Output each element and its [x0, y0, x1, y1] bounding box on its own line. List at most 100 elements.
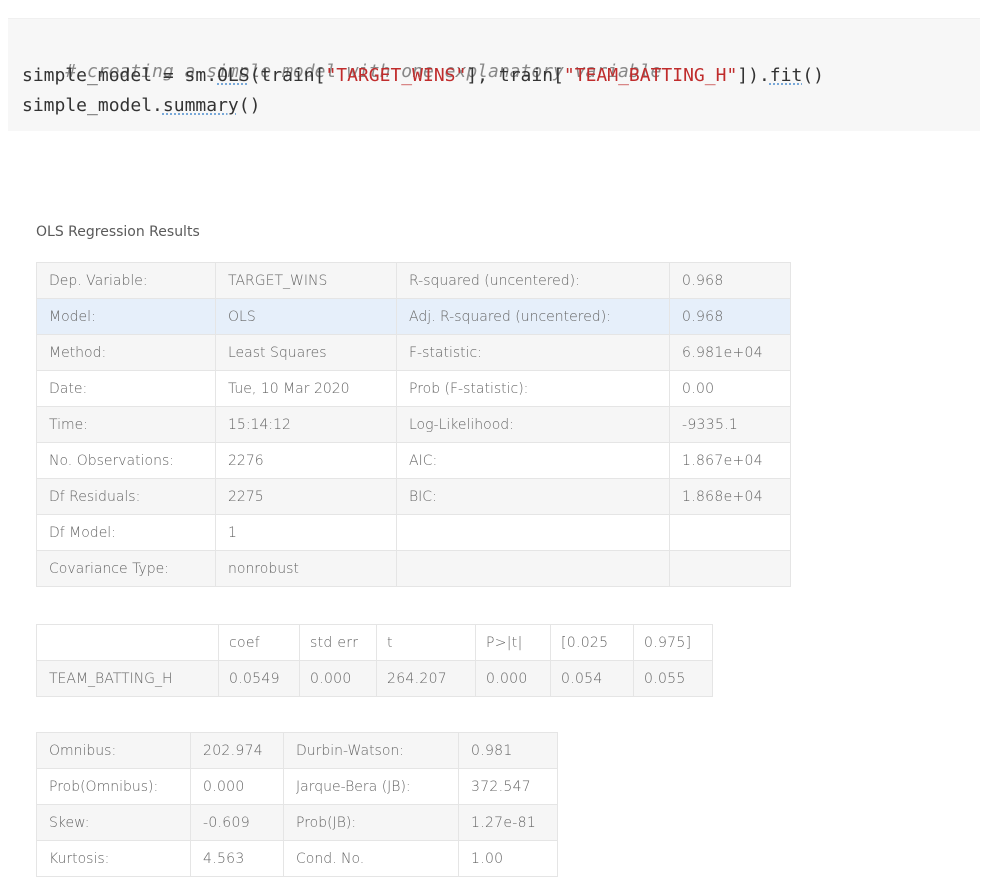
table-cell — [396, 550, 670, 587]
table-cell: 1.00 — [458, 840, 558, 877]
table-cell: Log-Likelihood: — [396, 406, 670, 443]
code-token: (train[ — [249, 65, 326, 86]
table-row: Time: 15:14:12 Log-Likelihood: -9335.1 — [36, 406, 791, 443]
table-cell: BIC: — [396, 478, 670, 515]
code-token: ], train[ — [466, 65, 564, 86]
table-row: Model: OLS Adj. R-squared (uncentered): 0.9… — [36, 298, 791, 335]
table-cell: 264.207 — [376, 660, 476, 697]
table-cell: Time: — [36, 406, 216, 443]
table-cell: Cond. No. — [283, 840, 459, 877]
table-cell: Method: — [36, 334, 216, 371]
table-cell: Df Residuals: — [36, 478, 216, 515]
code-token: () — [802, 65, 824, 86]
table-row: Df Model: 1 — [36, 514, 791, 551]
code-token: simple_model = sm. — [22, 65, 218, 86]
table-cell: Df Model: — [36, 514, 216, 551]
table-cell: nonrobust — [215, 550, 397, 587]
table-cell: Model: — [36, 298, 216, 335]
table-row: Dep. Variable: TARGET_WINS R-squared (unce… — [36, 262, 791, 299]
code-token: simple_model. — [22, 95, 163, 116]
regression-summary-table: Dep. Variable: TARGET_WINS R-squared (unce… — [36, 262, 791, 587]
coef-header-row: coef std err t P>|t| [0.025 0.975] — [36, 624, 713, 661]
table-row: No. Observations: 2276 AIC: 1.867e+04 — [36, 442, 791, 479]
code-token-fit: fit — [769, 65, 803, 86]
table-cell: 0.968 — [669, 262, 791, 299]
table-cell: 0.000 — [475, 660, 551, 697]
column-header: coef — [218, 624, 300, 661]
table-cell: Durbin-Watson: — [283, 732, 459, 769]
table-cell: Adj. R-squared (uncentered): — [396, 298, 670, 335]
code-token-ols: OLS — [217, 65, 250, 86]
table-cell: Jarque-Bera (JB): — [283, 768, 459, 805]
table-cell: 4.563 — [190, 840, 284, 877]
code-string-team-batting-h: "TEAM_BATTING_H" — [563, 65, 738, 86]
diagnostics-table: Omnibus: 202.974 Durbin-Watson: 0.981 Prob(O… — [36, 732, 558, 877]
table-cell: Skew: — [36, 804, 191, 841]
table-cell — [396, 514, 670, 551]
table-cell: -9335.1 — [669, 406, 791, 443]
column-header: t — [376, 624, 476, 661]
code-line-3: simple_model.summary() — [22, 93, 260, 119]
table-row: Kurtosis: 4.563 Cond. No. 1.00 — [36, 840, 558, 877]
coefficient-table: coef std err t P>|t| [0.025 0.975] TEAM_BATTIN… — [36, 624, 713, 697]
code-token: () — [238, 95, 261, 116]
table-cell: 202.974 — [190, 732, 284, 769]
table-row: TEAM_BATTING_H 0.0549 0.000 264.207 0.000 0.0… — [36, 660, 713, 697]
table-cell: AIC: — [396, 442, 670, 479]
table-cell: 6.981e+04 — [669, 334, 791, 371]
table-cell: 1.868e+04 — [669, 478, 791, 515]
table-cell: Prob (F-statistic): — [396, 370, 670, 407]
table-row: Omnibus: 202.974 Durbin-Watson: 0.981 — [36, 732, 558, 769]
code-cell[interactable]: # creating a simple model with one expla… — [8, 18, 980, 131]
column-header: std err — [299, 624, 377, 661]
results-caption: OLS Regression Results — [36, 224, 200, 240]
table-cell: R-squared (uncentered): — [396, 262, 670, 299]
code-token-summary: summary — [162, 95, 239, 116]
table-cell: Prob(Omnibus): — [36, 768, 191, 805]
table-row: Skew: -0.609 Prob(JB): 1.27e-81 — [36, 804, 558, 841]
table-cell: Date: — [36, 370, 216, 407]
table-cell: No. Observations: — [36, 442, 216, 479]
table-cell: TARGET_WINS — [215, 262, 397, 299]
table-cell: 0.055 — [633, 660, 713, 697]
table-cell: 1 — [215, 514, 397, 551]
table-cell: 0.054 — [550, 660, 634, 697]
table-cell: 15:14:12 — [215, 406, 397, 443]
table-cell: 0.968 — [669, 298, 791, 335]
table-cell: 1.27e-81 — [458, 804, 558, 841]
table-cell: 0.00 — [669, 370, 791, 407]
table-cell: Prob(JB): — [283, 804, 459, 841]
table-row: Df Residuals: 2275 BIC: 1.868e+04 — [36, 478, 791, 515]
table-cell: Tue, 10 Mar 2020 — [215, 370, 397, 407]
table-cell: 0.981 — [458, 732, 558, 769]
table-row: Covariance Type: nonrobust — [36, 550, 791, 587]
code-token: ]). — [737, 65, 770, 86]
table-row: Prob(Omnibus): 0.000 Jarque-Bera (JB): 372.… — [36, 768, 558, 805]
code-line-2: simple_model = sm.OLS(train["TARGET_WINS… — [22, 63, 824, 89]
column-header — [36, 624, 219, 661]
table-cell: 1.867e+04 — [669, 442, 791, 479]
table-cell: Dep. Variable: — [36, 262, 216, 299]
code-string-target-wins: "TARGET_WINS" — [325, 65, 467, 86]
table-cell — [669, 550, 791, 587]
table-cell: 372.547 — [458, 768, 558, 805]
table-cell: Least Squares — [215, 334, 397, 371]
table-cell: Omnibus: — [36, 732, 191, 769]
table-cell: TEAM_BATTING_H — [36, 660, 219, 697]
table-cell: F-statistic: — [396, 334, 670, 371]
table-cell: Covariance Type: — [36, 550, 216, 587]
table-cell: 0.000 — [190, 768, 284, 805]
table-cell: -0.609 — [190, 804, 284, 841]
column-header: [0.025 — [550, 624, 634, 661]
table-row: Method: Least Squares F-statistic: 6.981e+0… — [36, 334, 791, 371]
table-row: Date: Tue, 10 Mar 2020 Prob (F-statistic):… — [36, 370, 791, 407]
table-cell: 0.0549 — [218, 660, 300, 697]
table-cell — [669, 514, 791, 551]
table-cell: 2276 — [215, 442, 397, 479]
table-cell: OLS — [215, 298, 397, 335]
table-cell: 2275 — [215, 478, 397, 515]
table-cell: Kurtosis: — [36, 840, 191, 877]
table-cell: 0.000 — [299, 660, 377, 697]
column-header: P>|t| — [475, 624, 551, 661]
column-header: 0.975] — [633, 624, 713, 661]
